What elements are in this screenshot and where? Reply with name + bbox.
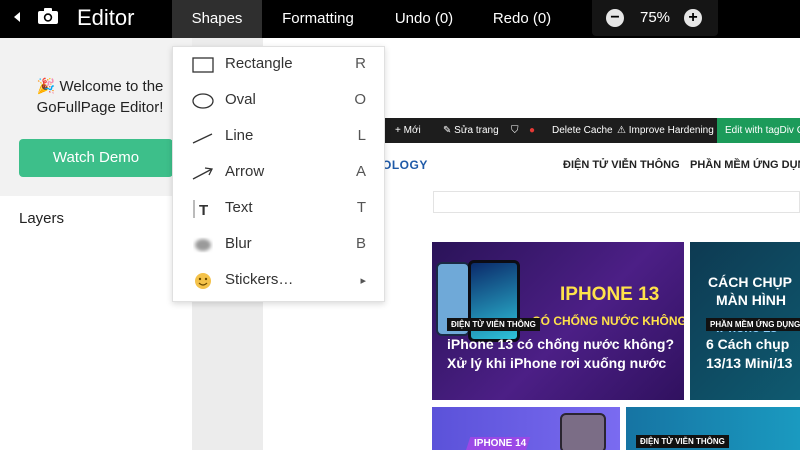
oval-icon (192, 93, 214, 109)
menu-formatting[interactable]: Formatting (268, 0, 368, 38)
site-logo-text: OLOGY (382, 158, 428, 172)
chevron-left-icon[interactable] (14, 12, 20, 22)
site-search-box (433, 191, 800, 213)
image-title: MÀN HÌNH (716, 292, 786, 308)
shortcut-key: R (355, 55, 366, 72)
line-icon (192, 133, 213, 144)
phone-image (560, 413, 606, 450)
welcome-text: Welcome to the GoFullPage Editor! (36, 78, 164, 116)
menu-item-label: Stickers… (225, 271, 294, 288)
menu-item-label: Oval (225, 91, 256, 108)
image-title: IPHONE 14 (474, 438, 527, 449)
app-title: Editor (77, 5, 135, 30)
smiley-icon (195, 273, 211, 289)
image-title: IPHONE 13 (560, 284, 660, 305)
watch-demo-button[interactable]: Watch Demo (19, 139, 173, 177)
image-title: CÁCH CHỤP (708, 274, 792, 290)
zoom-level: 75% (639, 9, 671, 26)
zoom-in-button[interactable]: + (684, 9, 702, 27)
article-card: CÁCH CHỤP MÀN HÌNH iPhone 13 PHẦN MỀM ỨN… (690, 242, 800, 400)
status-dot-icon: ● (529, 125, 536, 136)
left-panel: 🎉 Welcome to the GoFullPage Editor! Watc… (0, 38, 192, 450)
undo-button[interactable]: Undo (0) (382, 0, 466, 38)
article-headline: 6 Cách chụp (706, 336, 790, 352)
shortcut-key: L (357, 127, 366, 144)
redo-button[interactable]: Redo (0) (480, 0, 564, 38)
shapes-menu-line[interactable]: Line L (173, 119, 386, 155)
wp-shield-icon: ⛉ (511, 125, 519, 136)
shapes-menu-text[interactable]: T Text T (173, 191, 386, 227)
menu-item-label: Arrow (225, 163, 265, 180)
article-headline: iPhone 13 có chống nước không? (447, 336, 674, 352)
arrow-icon (192, 167, 213, 180)
shapes-dropdown: Rectangle R Oval O Line L Arrow A T Text… (172, 46, 385, 302)
zoom-control: − 75% + (592, 0, 718, 36)
site-nav-item: ĐIỆN TỬ VIỄN THÔNG (563, 159, 680, 171)
submenu-arrow-icon: ▸ (360, 275, 366, 287)
shapes-menu-oval[interactable]: Oval O (173, 83, 386, 119)
shortcut-key: T (356, 199, 366, 216)
shapes-menu-stickers[interactable]: Stickers… ▸ (173, 263, 386, 299)
text-icon: T (193, 200, 208, 218)
welcome-section: 🎉 Welcome to the GoFullPage Editor! Watc… (0, 38, 192, 196)
rectangle-icon (192, 57, 214, 73)
article-card: IPHONE 13 CÓ CHỐNG NƯỚC KHÔNG ĐIỆN TỬ VI… (432, 242, 684, 400)
blur-icon (195, 239, 211, 251)
admin-tagdiv: Edit with tagDiv Co (717, 118, 800, 143)
category-badge: ĐIỆN TỬ VIỄN THÔNG (636, 435, 729, 448)
admin-new-item: + Mới (395, 125, 421, 136)
shortcut-key: B (355, 235, 366, 252)
menu-item-label: Line (225, 127, 254, 144)
shortcut-key: O (354, 91, 366, 108)
party-icon: 🎉 (36, 78, 56, 95)
shapes-menu-arrow[interactable]: Arrow A (173, 155, 386, 191)
image-subtitle: CÓ CHỐNG NƯỚC KHÔNG (532, 314, 684, 328)
menu-item-label: Text (225, 199, 253, 216)
welcome-message: 🎉 Welcome to the GoFullPage Editor! (20, 76, 180, 118)
menu-item-label: Rectangle (225, 55, 293, 72)
admin-delete-cache: Delete Cache (552, 125, 613, 136)
layers-heading: Layers (19, 210, 65, 227)
article-card: ĐIỆN TỬ VIỄN THÔNG (626, 407, 800, 450)
zoom-out-button[interactable]: − (606, 9, 624, 27)
article-headline: 13/13 Mini/13 (706, 355, 793, 371)
category-badge: ĐIỆN TỬ VIỄN THÔNG (447, 318, 540, 331)
wp-admin-bar: + Mới ✎ Sửa trang ⛉ ● Delete Cache ⚠ Imp… (385, 118, 800, 143)
article-card: IPHONE 14 (432, 407, 620, 450)
shortcut-key: A (355, 163, 366, 180)
shapes-menu-rectangle[interactable]: Rectangle R (173, 47, 386, 83)
menu-shapes[interactable]: Shapes (172, 0, 262, 38)
category-badge: PHẦN MỀM ỨNG DỤNG (706, 318, 800, 331)
svg-text:T: T (199, 202, 208, 218)
menu-item-label: Blur (225, 235, 252, 252)
camera-icon[interactable] (38, 8, 58, 24)
top-toolbar: Editor Shapes Formatting Undo (0) Redo (… (0, 0, 800, 38)
shapes-menu-blur[interactable]: Blur B (173, 227, 386, 263)
admin-edit-item: ✎ Sửa trang (443, 125, 499, 136)
site-nav-item: PHẦN MỀM ỨNG DỤNG (690, 159, 800, 171)
article-headline: Xử lý khi iPhone rơi xuống nước (447, 355, 667, 371)
admin-improve-hardening: ⚠ Improve Hardening (617, 125, 714, 136)
